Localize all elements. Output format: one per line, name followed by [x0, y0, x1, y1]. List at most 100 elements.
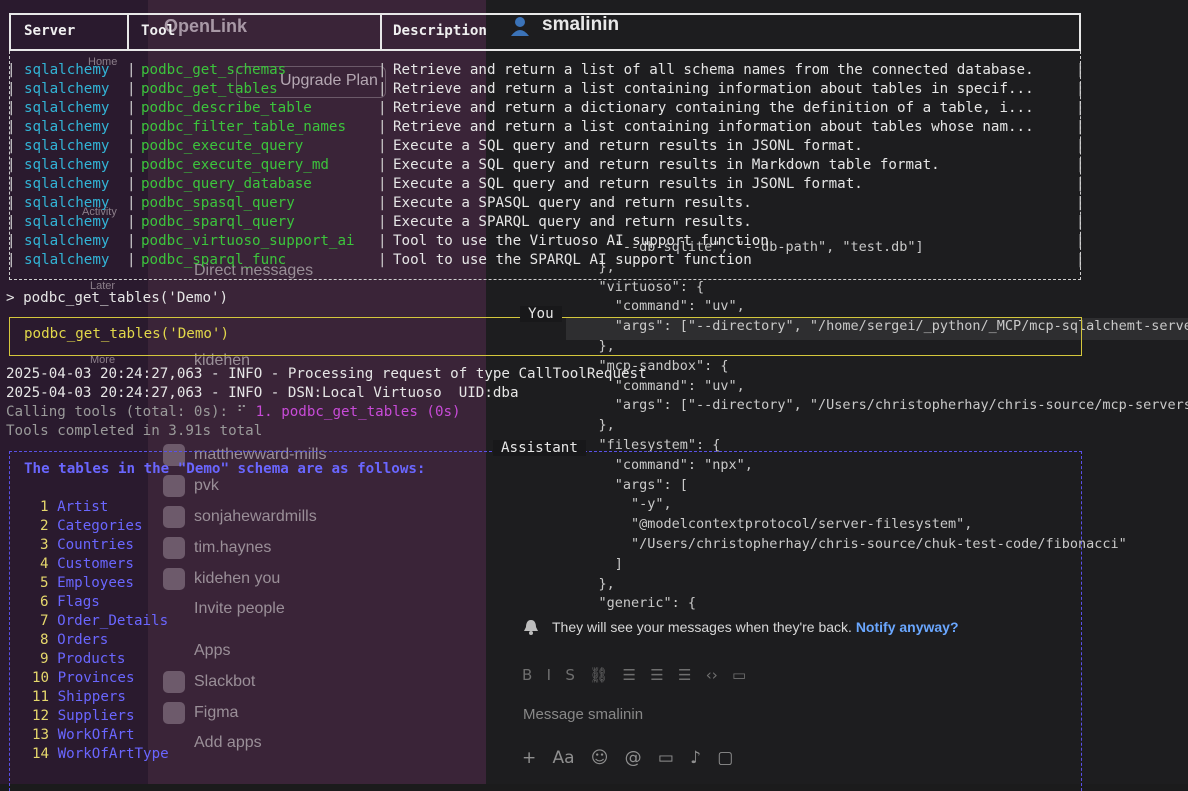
table-row: | | | | sqlalchemy podbc_get_schemas Retrieve …	[7, 62, 1085, 78]
list-item: 1 Artist	[40, 498, 108, 517]
header-separator	[127, 15, 129, 49]
list-item: 12 Suppliers	[32, 707, 135, 726]
table-row: | | | | sqlalchemy podbc_spasql_query Execute …	[7, 195, 1085, 211]
table-row: | | | | sqlalchemy podbc_query_database Execut…	[7, 176, 1085, 192]
list-item-name: Countries	[57, 537, 134, 553]
list-item-number: 9	[40, 651, 49, 667]
log-line: 2025-04-03 20:24:27,063 - INFO - DSN:Loc…	[6, 385, 519, 401]
row-description: Execute a SPASQL query and return result…	[393, 195, 752, 211]
log-line: 2025-04-03 20:24:27,063 - INFO - Process…	[6, 366, 647, 382]
row-description: Execute a SQL query and return results i…	[393, 157, 940, 173]
row-description: Tool to use the SPARQL AI support functi…	[393, 252, 752, 268]
table-row: | | | | sqlalchemy podbc_describe_table Retrie…	[7, 100, 1085, 116]
row-tool: podbc_filter_table_names	[141, 119, 346, 135]
list-item-number: 11	[32, 689, 50, 705]
spinner-icon: ⠋	[236, 404, 248, 420]
row-tool: podbc_describe_table	[141, 100, 312, 116]
row-server: sqlalchemy	[24, 100, 110, 116]
row-description: Retrieve and return a list containing in…	[393, 81, 1034, 97]
row-tool: podbc_sparql_func	[141, 252, 287, 268]
row-tool: podbc_virtuoso_support_ai	[141, 233, 355, 249]
list-item-number: 1	[40, 499, 49, 515]
table-row: | | | | sqlalchemy podbc_filter_table_names Re…	[7, 119, 1085, 135]
row-description: Execute a SQL query and return results i…	[393, 176, 863, 192]
table-row: | | | | sqlalchemy podbc_sparql_func Tool to u…	[7, 252, 1085, 268]
list-item: 4 Customers	[40, 555, 134, 574]
table-row: | | | | sqlalchemy podbc_get_tables Retrieve a…	[7, 81, 1085, 97]
prompt-line[interactable]: > podbc_get_tables('Demo')	[6, 289, 228, 308]
row-server: sqlalchemy	[24, 252, 110, 268]
list-item: 11 Shippers	[32, 688, 126, 707]
assistant-intro: The tables in the "Demo" schema are as f…	[24, 461, 426, 477]
row-server: sqlalchemy	[24, 214, 110, 230]
tool-call-status: Calling tools (total: 0s): ⠋ 1. podbc_ge…	[6, 404, 461, 420]
list-item: 10 Provinces	[32, 669, 135, 688]
prompt-command: podbc_get_tables('Demo')	[23, 290, 229, 306]
assistant-panel	[9, 451, 1082, 791]
table-row: | | | | sqlalchemy podbc_execute_query_md Exec…	[7, 157, 1085, 173]
header-description: Description	[393, 23, 487, 39]
row-description: Execute a SPARQL query and return result…	[393, 214, 752, 230]
list-item-number: 13	[32, 727, 50, 743]
row-server: sqlalchemy	[24, 195, 110, 211]
list-item-name: Orders	[57, 632, 109, 648]
list-item-name: Shippers	[57, 689, 126, 705]
list-item: 3 Countries	[40, 536, 134, 555]
row-description: Retrieve and return a list containing in…	[393, 119, 1034, 135]
list-item-number: 4	[40, 556, 49, 572]
list-item-name: Order_Details	[57, 613, 169, 629]
list-item: 2 Categories	[40, 517, 143, 536]
row-tool: podbc_spasql_query	[141, 195, 295, 211]
list-item: 7 Order_Details	[40, 612, 168, 631]
row-tool: podbc_get_tables	[141, 81, 278, 97]
list-item-number: 6	[40, 594, 49, 610]
list-item-number: 5	[40, 575, 49, 591]
row-description: Retrieve and return a dictionary contain…	[393, 100, 1034, 116]
list-item-name: Categories	[57, 518, 143, 534]
list-item-number: 8	[40, 632, 49, 648]
tool-call-item: 1. podbc_get_tables (0s)	[255, 404, 461, 420]
list-item-number: 3	[40, 537, 49, 553]
row-server: sqlalchemy	[24, 138, 110, 154]
prompt-marker: >	[6, 290, 15, 306]
list-item: 9 Products	[40, 650, 125, 669]
row-server: sqlalchemy	[24, 176, 110, 192]
list-item-number: 2	[40, 518, 49, 534]
table-row: | | | | sqlalchemy podbc_execute_query Execute…	[7, 138, 1085, 154]
terminal-window: Server Tool Description | | | | sqlalchemy po…	[0, 0, 1188, 791]
row-description: Tool to use the Virtuoso AI support func…	[393, 233, 769, 249]
list-item: 5 Employees	[40, 574, 134, 593]
list-item: 14 WorkOfArtType	[32, 745, 169, 764]
row-tool: podbc_sparql_query	[141, 214, 295, 230]
list-item-number: 7	[40, 613, 49, 629]
list-item-number: 10	[32, 670, 50, 686]
list-item: 8 Orders	[40, 631, 108, 650]
list-item-name: Artist	[57, 499, 109, 515]
list-item-number: 12	[32, 708, 50, 724]
list-item-number: 14	[32, 746, 50, 762]
list-item-name: Employees	[57, 575, 134, 591]
tools-table-header: Server Tool Description	[9, 13, 1081, 51]
list-item-name: Suppliers	[57, 708, 135, 724]
list-item: 13 WorkOfArt	[32, 726, 135, 745]
row-tool: podbc_execute_query	[141, 138, 304, 154]
row-tool: podbc_query_database	[141, 176, 312, 192]
list-item-name: Flags	[57, 594, 100, 610]
list-item-name: WorkOfArtType	[57, 746, 169, 762]
row-tool: podbc_get_schemas	[141, 62, 287, 78]
table-row: | | | | sqlalchemy podbc_virtuoso_support_ai T…	[7, 233, 1085, 249]
row-server: sqlalchemy	[24, 119, 110, 135]
assistant-panel-label: Assistant	[493, 440, 586, 456]
you-panel-text: podbc_get_tables('Demo')	[24, 326, 229, 342]
row-server: sqlalchemy	[24, 157, 110, 173]
tools-completed: Tools completed in 3.91s total	[6, 423, 263, 439]
row-description: Execute a SQL query and return results i…	[393, 138, 863, 154]
list-item-name: WorkOfArt	[57, 727, 135, 743]
list-item-name: Products	[57, 651, 126, 667]
header-tool: Tool	[141, 23, 176, 39]
row-server: sqlalchemy	[24, 81, 110, 97]
table-row: | | | | sqlalchemy podbc_sparql_query Execute …	[7, 214, 1085, 230]
row-server: sqlalchemy	[24, 62, 110, 78]
list-item: 6 Flags	[40, 593, 100, 612]
row-tool: podbc_execute_query_md	[141, 157, 329, 173]
